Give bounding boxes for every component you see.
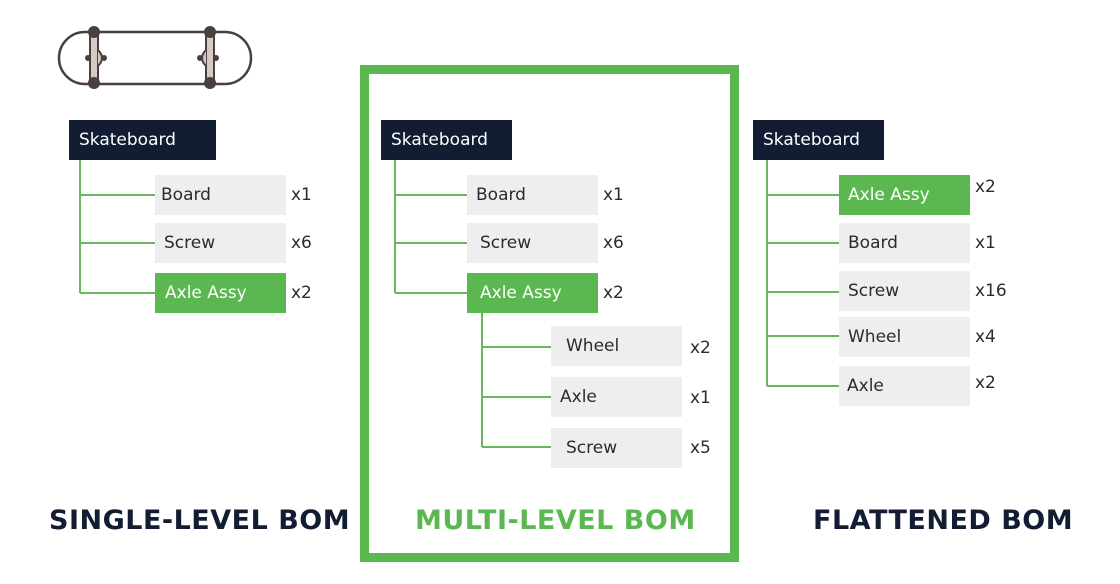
- bom-item-highlighted: Axle Assy: [467, 273, 598, 313]
- bom-subitem: Axle: [551, 377, 682, 417]
- bom-qty: x5: [690, 438, 711, 458]
- bom-item: Screw: [467, 223, 598, 263]
- root-node: Skateboard: [381, 120, 512, 160]
- bom-item: Board: [155, 175, 286, 215]
- panel-title: SINGLE-LEVEL BOM: [49, 505, 351, 536]
- bom-item-highlighted: Axle Assy: [155, 273, 286, 313]
- panel-title: MULTI-LEVEL BOM: [415, 505, 696, 536]
- bom-item-highlighted: Axle Assy: [839, 175, 970, 215]
- bom-qty: x16: [975, 281, 1007, 301]
- root-node: Skateboard: [753, 120, 884, 160]
- bom-subitem: Screw: [551, 428, 682, 468]
- bom-item: Board: [839, 223, 970, 263]
- bom-qty: x2: [975, 373, 996, 393]
- bom-qty: x1: [975, 233, 996, 253]
- bom-item: Screw: [839, 271, 970, 311]
- bom-qty: x1: [603, 185, 624, 205]
- bom-qty: x1: [291, 185, 312, 205]
- bom-item: Wheel: [839, 317, 970, 357]
- panel-title: FLATTENED BOM: [813, 505, 1074, 536]
- bom-qty: x2: [291, 283, 312, 303]
- bom-qty: x6: [291, 233, 312, 253]
- bom-item: Board: [467, 175, 598, 215]
- bom-item: Axle: [839, 366, 970, 406]
- bom-qty: x2: [690, 338, 711, 358]
- bom-qty: x4: [975, 327, 996, 347]
- bom-subitem: Wheel: [551, 326, 682, 366]
- bom-qty: x1: [690, 388, 711, 408]
- bom-qty: x2: [603, 283, 624, 303]
- bom-item: Screw: [155, 223, 286, 263]
- root-node: Skateboard: [69, 120, 216, 160]
- bom-qty: x2: [975, 177, 996, 197]
- bom-qty: x6: [603, 233, 624, 253]
